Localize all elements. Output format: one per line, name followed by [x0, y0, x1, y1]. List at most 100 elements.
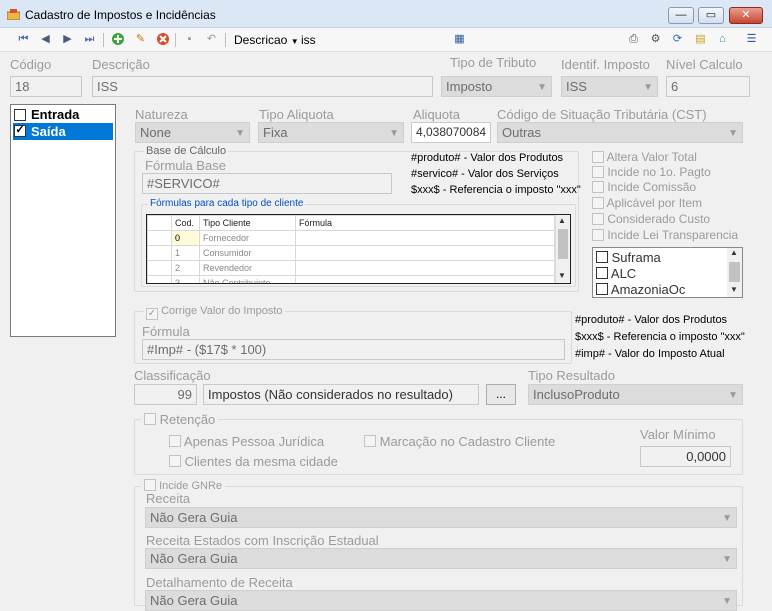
- filter-grid-icon[interactable]: ▦: [452, 32, 467, 47]
- next-record-icon[interactable]: ▶: [60, 32, 75, 47]
- list-item-saida[interactable]: ✓ Saída: [13, 123, 113, 140]
- checkbox[interactable]: [596, 251, 608, 263]
- checkbox[interactable]: [592, 151, 604, 163]
- retencao-pj[interactable]: Apenas Pessoa Jurídica: [169, 434, 324, 449]
- grid-cell-formula[interactable]: [295, 260, 555, 276]
- first-record-icon[interactable]: ⏮: [16, 32, 31, 47]
- classificacao-field[interactable]: Impostos (Não considerados no resultado): [203, 384, 479, 405]
- scroll-down-icon[interactable]: ▼: [558, 271, 566, 280]
- save-icon[interactable]: ▪: [182, 32, 197, 47]
- grid-cell-tipo[interactable]: Consumidor: [199, 245, 296, 261]
- opt-lei-transparencia[interactable]: Incide Lei Transparencia: [592, 228, 738, 242]
- grid-cell-tipo[interactable]: Revendedor: [199, 260, 296, 276]
- checkbox[interactable]: [596, 267, 608, 279]
- entrada-checkbox[interactable]: [14, 109, 26, 121]
- checkbox[interactable]: [592, 181, 604, 193]
- list-scrollbar[interactable]: ▲ ▼: [727, 248, 742, 297]
- opt-incide-pagto[interactable]: Incide no 1o. Pagto: [592, 165, 711, 179]
- entrada-label: Entrada: [31, 107, 80, 122]
- minimize-button[interactable]: —: [668, 7, 694, 24]
- maximize-button[interactable]: ▭: [698, 7, 724, 24]
- undo-icon[interactable]: ↶: [204, 32, 219, 47]
- operation-list: Entrada ✓ Saída: [10, 104, 116, 337]
- scroll-up-icon[interactable]: ▲: [730, 248, 738, 257]
- grid-cell-cod[interactable]: 0: [171, 230, 200, 246]
- detalhamento-select[interactable]: Não Gera Guia ▼: [145, 590, 737, 611]
- list-item[interactable]: Suframa: [596, 250, 661, 265]
- grid-cell-formula[interactable]: [295, 275, 555, 283]
- delete-icon[interactable]: [155, 32, 170, 47]
- grid-header-cod: Cod.: [171, 215, 200, 231]
- checkbox[interactable]: [592, 213, 604, 225]
- close-button[interactable]: ✕: [729, 7, 763, 24]
- table-row[interactable]: 0 Fornecedor: [147, 230, 555, 246]
- checkbox[interactable]: [169, 435, 181, 447]
- grid-cell-cod[interactable]: 3: [171, 275, 200, 283]
- grid-scrollbar[interactable]: ▲ ▼: [555, 215, 570, 283]
- table-row[interactable]: 3 Não Contribuinte: [147, 275, 555, 283]
- checkbox[interactable]: [169, 455, 181, 467]
- previous-record-icon[interactable]: ◀: [38, 32, 53, 47]
- valor-minimo-field[interactable]: 0,0000: [640, 446, 731, 467]
- checkbox[interactable]: [592, 166, 604, 178]
- grid-cell-formula[interactable]: [295, 245, 555, 261]
- refresh-icon[interactable]: ⟳: [670, 32, 685, 47]
- codigo-field[interactable]: 18: [10, 76, 82, 97]
- cst-select[interactable]: Outras ▼: [497, 122, 743, 143]
- opt-considerado-custo[interactable]: Considerado Custo: [592, 212, 710, 226]
- classificacao-code[interactable]: 99: [134, 384, 197, 405]
- tipo-resultado-select[interactable]: InclusoProduto ▼: [528, 384, 743, 405]
- list-item[interactable]: AmazoniaOc: [596, 282, 685, 297]
- table-row[interactable]: 2 Revendedor: [147, 260, 555, 276]
- nivel-field[interactable]: 6: [666, 76, 750, 97]
- checkbox[interactable]: [592, 229, 604, 241]
- opt-altera-valor[interactable]: Altera Valor Total: [592, 150, 697, 164]
- list-item-entrada[interactable]: Entrada: [13, 107, 113, 123]
- table-row[interactable]: 1 Consumidor: [147, 245, 555, 261]
- print-icon[interactable]: ⎙: [626, 32, 641, 47]
- gnre-checkbox[interactable]: [144, 479, 156, 491]
- retencao-marcacao[interactable]: Marcação no Cadastro Cliente: [364, 434, 555, 449]
- classificacao-browse-button[interactable]: ...: [486, 384, 516, 405]
- retencao-mesma-cidade[interactable]: Clientes da mesma cidade: [169, 454, 338, 469]
- scroll-thumb[interactable]: [558, 229, 568, 259]
- attachment-icon[interactable]: ⌂: [715, 32, 730, 47]
- grid-cell-cod[interactable]: 2: [171, 260, 200, 276]
- grid-cell-tipo[interactable]: Fornecedor: [199, 230, 296, 246]
- checkbox[interactable]: [592, 197, 604, 209]
- opt-incide-comissao[interactable]: Incide Comissão: [592, 180, 696, 194]
- scroll-down-icon[interactable]: ▼: [730, 285, 738, 294]
- last-record-icon[interactable]: ⏭: [82, 32, 97, 47]
- retencao-toggle[interactable]: Retenção: [141, 412, 219, 427]
- menu-icon[interactable]: ☰: [744, 32, 759, 47]
- settings-icon[interactable]: ⚙: [648, 32, 663, 47]
- checkbox[interactable]: [364, 435, 376, 447]
- search-input[interactable]: iss: [301, 33, 316, 47]
- grid-cell-tipo[interactable]: Não Contribuinte: [199, 275, 296, 283]
- search-field-dropdown[interactable]: Descricao ▼: [234, 33, 299, 47]
- receita-ie-select[interactable]: Não Gera Guia ▼: [145, 548, 737, 569]
- saida-checkbox[interactable]: ✓: [14, 125, 26, 137]
- note-icon[interactable]: ▤: [693, 32, 708, 47]
- tipo-tributo-select[interactable]: Imposto ▼: [441, 76, 552, 97]
- retencao-checkbox[interactable]: [144, 413, 156, 425]
- list-item[interactable]: ALC: [596, 266, 636, 281]
- corrige-checkbox[interactable]: ✓: [146, 308, 158, 320]
- edit-icon[interactable]: ✎: [133, 32, 148, 47]
- scroll-thumb[interactable]: [729, 262, 740, 282]
- formula-base-field[interactable]: #SERVICO#: [142, 173, 392, 194]
- receita-select[interactable]: Não Gera Guia ▼: [145, 507, 737, 528]
- add-icon[interactable]: [110, 32, 125, 47]
- identif-select[interactable]: ISS ▼: [561, 76, 658, 97]
- tipo-aliquota-select[interactable]: Fixa ▼: [258, 122, 404, 143]
- aliquota-field[interactable]: 4,038070084: [411, 122, 491, 143]
- scroll-up-icon[interactable]: ▲: [558, 216, 566, 225]
- corrige-formula-field[interactable]: #Imp# - ($17$ * 100): [142, 339, 565, 360]
- corrige-toggle[interactable]: ✓ Corrige Valor do Imposto: [144, 305, 285, 320]
- grid-cell-cod[interactable]: 1: [171, 245, 200, 261]
- descricao-field[interactable]: ISS: [92, 76, 433, 97]
- checkbox[interactable]: [596, 283, 608, 295]
- grid-cell-formula[interactable]: [295, 230, 555, 246]
- natureza-select[interactable]: None ▼: [135, 122, 250, 143]
- opt-aplicavel-item[interactable]: Aplicável por Item: [592, 196, 702, 210]
